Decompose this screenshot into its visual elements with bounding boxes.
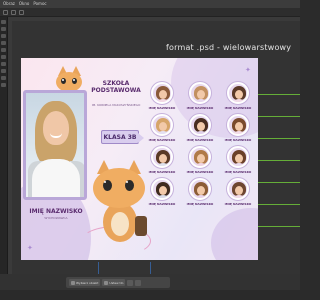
student-card[interactable]: IMIĘ NAZWISKO <box>183 146 217 174</box>
student-card[interactable]: IMIĘ NAZWISKO <box>145 82 179 110</box>
guide-line[interactable] <box>258 138 300 139</box>
student-card[interactable]: IMIĘ NAZWISKO <box>221 82 255 110</box>
guide-line[interactable] <box>258 116 300 117</box>
sparkle-icon: ✦ <box>245 66 251 74</box>
tool-icon[interactable] <box>1 83 6 87</box>
tool-icon[interactable] <box>1 27 6 31</box>
student-card[interactable]: IMIĘ NAZWISKO <box>221 114 255 142</box>
teacher-photo[interactable] <box>23 90 87 200</box>
tool-icon[interactable] <box>1 41 6 45</box>
student-name: IMIĘ NAZWISKO <box>148 106 176 110</box>
decorative-blob <box>211 208 258 260</box>
toolbox-panel <box>0 17 8 274</box>
select-subject-button[interactable]: Wybierz obiekt <box>69 279 101 286</box>
select-subject-label: Wybierz obiekt <box>76 280 99 285</box>
teacher-name: IMIĘ NAZWISKO <box>29 208 83 215</box>
student-name: IMIĘ NAZWISKO <box>224 202 252 206</box>
student-card[interactable]: IMIĘ NAZWISKO <box>183 178 217 206</box>
teacher-role: WYCHOWAWCA <box>44 216 68 220</box>
menu-bar: Obraz Okno Pomoc <box>0 0 300 8</box>
horizontal-ruler <box>8 17 300 21</box>
student-name: IMIĘ NAZWISKO <box>186 106 214 110</box>
option-button[interactable] <box>19 9 24 15</box>
more-options-icon[interactable] <box>127 279 134 286</box>
select-subject-icon <box>71 280 75 285</box>
student-card[interactable]: IMIĘ NAZWISKO <box>145 178 179 206</box>
document-canvas[interactable]: ✦ ✦ ✦ IMIĘ NAZWISKO WYCHOWAWCA SZKOŁA PO… <box>21 58 258 260</box>
guide-line[interactable] <box>258 94 300 95</box>
option-button[interactable] <box>3 9 8 15</box>
school-title: SZKOŁA PODSTAWOWA <box>91 80 141 94</box>
student-name: IMIĘ NAZWISKO <box>148 138 176 142</box>
tool-icon[interactable] <box>1 48 6 52</box>
menu-item-obraz[interactable]: Obraz <box>3 0 15 8</box>
menu-item-okno[interactable]: Okno <box>19 0 29 8</box>
student-name: IMIĘ NAZWISKO <box>224 106 252 110</box>
student-name: IMIĘ NAZWISKO <box>186 170 214 174</box>
school-subtitle: IM. KORNELA MAKUSZYŃSKIEGO <box>91 103 141 107</box>
guide-line[interactable] <box>258 204 300 205</box>
option-button[interactable] <box>11 9 16 15</box>
menu-item-pomoc[interactable]: Pomoc <box>33 0 46 8</box>
vertical-guide[interactable] <box>98 262 99 274</box>
guide-line[interactable] <box>258 226 300 227</box>
tool-icon[interactable] <box>1 55 6 59</box>
contextual-taskbar: Wybierz obiekt Ustaw tło <box>66 277 170 288</box>
vertical-ruler <box>8 17 12 274</box>
tool-icon[interactable] <box>1 34 6 38</box>
student-card[interactable]: IMIĘ NAZWISKO <box>221 178 255 206</box>
background-icon <box>104 280 109 285</box>
student-card[interactable]: IMIĘ NAZWISKO <box>221 146 255 174</box>
student-name: IMIĘ NAZWISKO <box>224 170 252 174</box>
student-name: IMIĘ NAZWISKO <box>186 202 214 206</box>
student-name: IMIĘ NAZWISKO <box>224 138 252 142</box>
student-card[interactable]: IMIĘ NAZWISKO <box>145 114 179 142</box>
class-badge: KLASA 3B <box>101 130 144 144</box>
status-bar <box>0 290 300 300</box>
guide-line[interactable] <box>258 182 300 183</box>
student-card[interactable]: IMIĘ NAZWISKO <box>145 146 179 174</box>
tool-icon[interactable] <box>1 62 6 66</box>
format-caption: format .psd - wielowarstwowy <box>166 43 292 52</box>
cat-illustration-large <box>91 158 151 248</box>
student-name: IMIĘ NAZWISKO <box>148 202 176 206</box>
tool-icon[interactable] <box>1 76 6 80</box>
student-name: IMIĘ NAZWISKO <box>148 170 176 174</box>
vertical-guide[interactable] <box>150 262 151 274</box>
app-window: Obraz Okno Pomoc format .psd - wielowars… <box>0 0 300 300</box>
sparkle-icon: ✦ <box>27 244 33 252</box>
student-card[interactable]: IMIĘ NAZWISKO <box>183 114 217 142</box>
background-button[interactable]: Ustaw tło <box>102 279 126 286</box>
options-bar <box>0 8 300 17</box>
settings-icon[interactable] <box>135 279 142 286</box>
guide-line[interactable] <box>258 160 300 161</box>
background-label: Ustaw tło <box>109 280 124 285</box>
class-label: KLASA 3B <box>103 133 137 141</box>
tool-icon[interactable] <box>1 20 6 24</box>
student-card[interactable]: IMIĘ NAZWISKO <box>183 82 217 110</box>
student-name: IMIĘ NAZWISKO <box>186 138 214 142</box>
tool-icon[interactable] <box>1 69 6 73</box>
